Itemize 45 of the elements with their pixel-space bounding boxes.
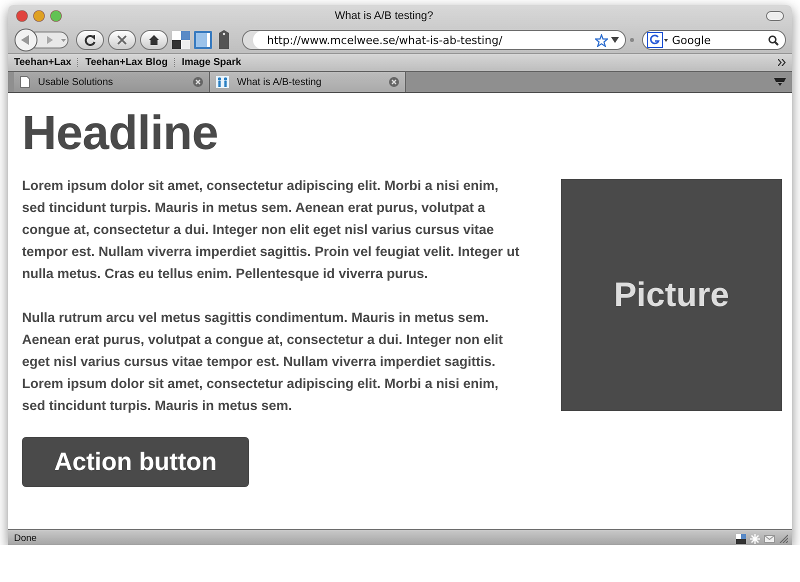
tab-label: Usable Solutions (38, 76, 114, 88)
headline: Headline (22, 106, 220, 162)
url-input[interactable]: http://www.mcelwee.se/what-is-ab-testing/ (267, 34, 592, 46)
status-text: Done (14, 533, 38, 544)
tag-icon[interactable] (216, 30, 232, 50)
body-paragraph: Lorem ipsum dolor sit amet, consectetur adipiscing elit. Morbi a nisi enim, sed tincidunt turpis. Mauris in metus sem. Aenean erat purus, volutpat a congue at, consectetur a dui. Integer non elit eget nisl varius cursus vitae tempor est. Nullam viverra imperdiet sagittis. Proin vel feugiat velit. Integer ut nulla metus. Cras eu tellus enim. Pellentesque id viverra purus. (22, 177, 520, 283)
search-input[interactable]: Google (672, 34, 765, 46)
star-icon[interactable] (595, 34, 608, 46)
tab-list-icon[interactable] (774, 77, 786, 87)
body-paragraph: Nulla rutrum arcu vel metus sagittis condimentum. Mauris in metus sem. Aenean erat purus, volutpat a congue at, consectetur a dui. Integer non elit eget nisl varius cursus vitae tempor est. Nullam viverra imperdiet sagittis. Lorem ipsum dolor sit amet, consectetur adipiscing elit. Morbi a nisi enim, sed tincidunt turpis. Mauris in metus sem. (22, 309, 504, 415)
reload-icon (84, 34, 96, 46)
toolbar-icon[interactable] (194, 31, 212, 49)
zoom-button[interactable] (50, 10, 62, 22)
separator-dot-icon (630, 38, 634, 42)
dropdown-arrow-icon[interactable] (611, 37, 619, 43)
stop-button[interactable] (108, 30, 136, 50)
action-button[interactable]: Action button (22, 437, 249, 487)
url-field[interactable]: http://www.mcelwee.se/what-is-ab-testing/ (242, 30, 626, 50)
search-icon[interactable] (768, 34, 779, 46)
browser-tab[interactable]: Usable Solutions (14, 72, 210, 92)
bookmark-link[interactable]: Teehan+Lax (14, 57, 72, 68)
minimize-button[interactable] (33, 10, 45, 22)
envelope-icon[interactable] (764, 534, 775, 542)
stop-icon (116, 34, 128, 46)
picture-label: Picture (614, 276, 730, 314)
reload-button[interactable] (76, 30, 104, 50)
page-icon (20, 76, 30, 88)
people-icon (216, 76, 229, 88)
search-engine-icon[interactable] (647, 32, 669, 48)
resize-grip-icon[interactable] (779, 534, 788, 543)
grid-toolbar-icon[interactable] (172, 31, 190, 49)
browser-tab[interactable]: What is A/B-testing (210, 72, 406, 92)
search-field[interactable]: Google (642, 30, 786, 50)
window-title: What is A/B testing? (334, 10, 434, 22)
close-button[interactable] (16, 10, 28, 22)
bookmark-link[interactable]: Image Spark (182, 57, 242, 68)
home-icon (148, 34, 160, 46)
close-tab-icon[interactable] (193, 77, 203, 87)
grid-status-icon[interactable] (736, 534, 746, 544)
chevron-icon[interactable] (778, 59, 786, 66)
close-tab-icon[interactable] (389, 77, 399, 87)
tab-label: What is A/B-testing (237, 76, 322, 88)
home-button[interactable] (140, 30, 168, 50)
toolbar-toggle-button[interactable] (766, 11, 784, 21)
bookmark-link[interactable]: Teehan+Lax Blog (85, 57, 168, 68)
